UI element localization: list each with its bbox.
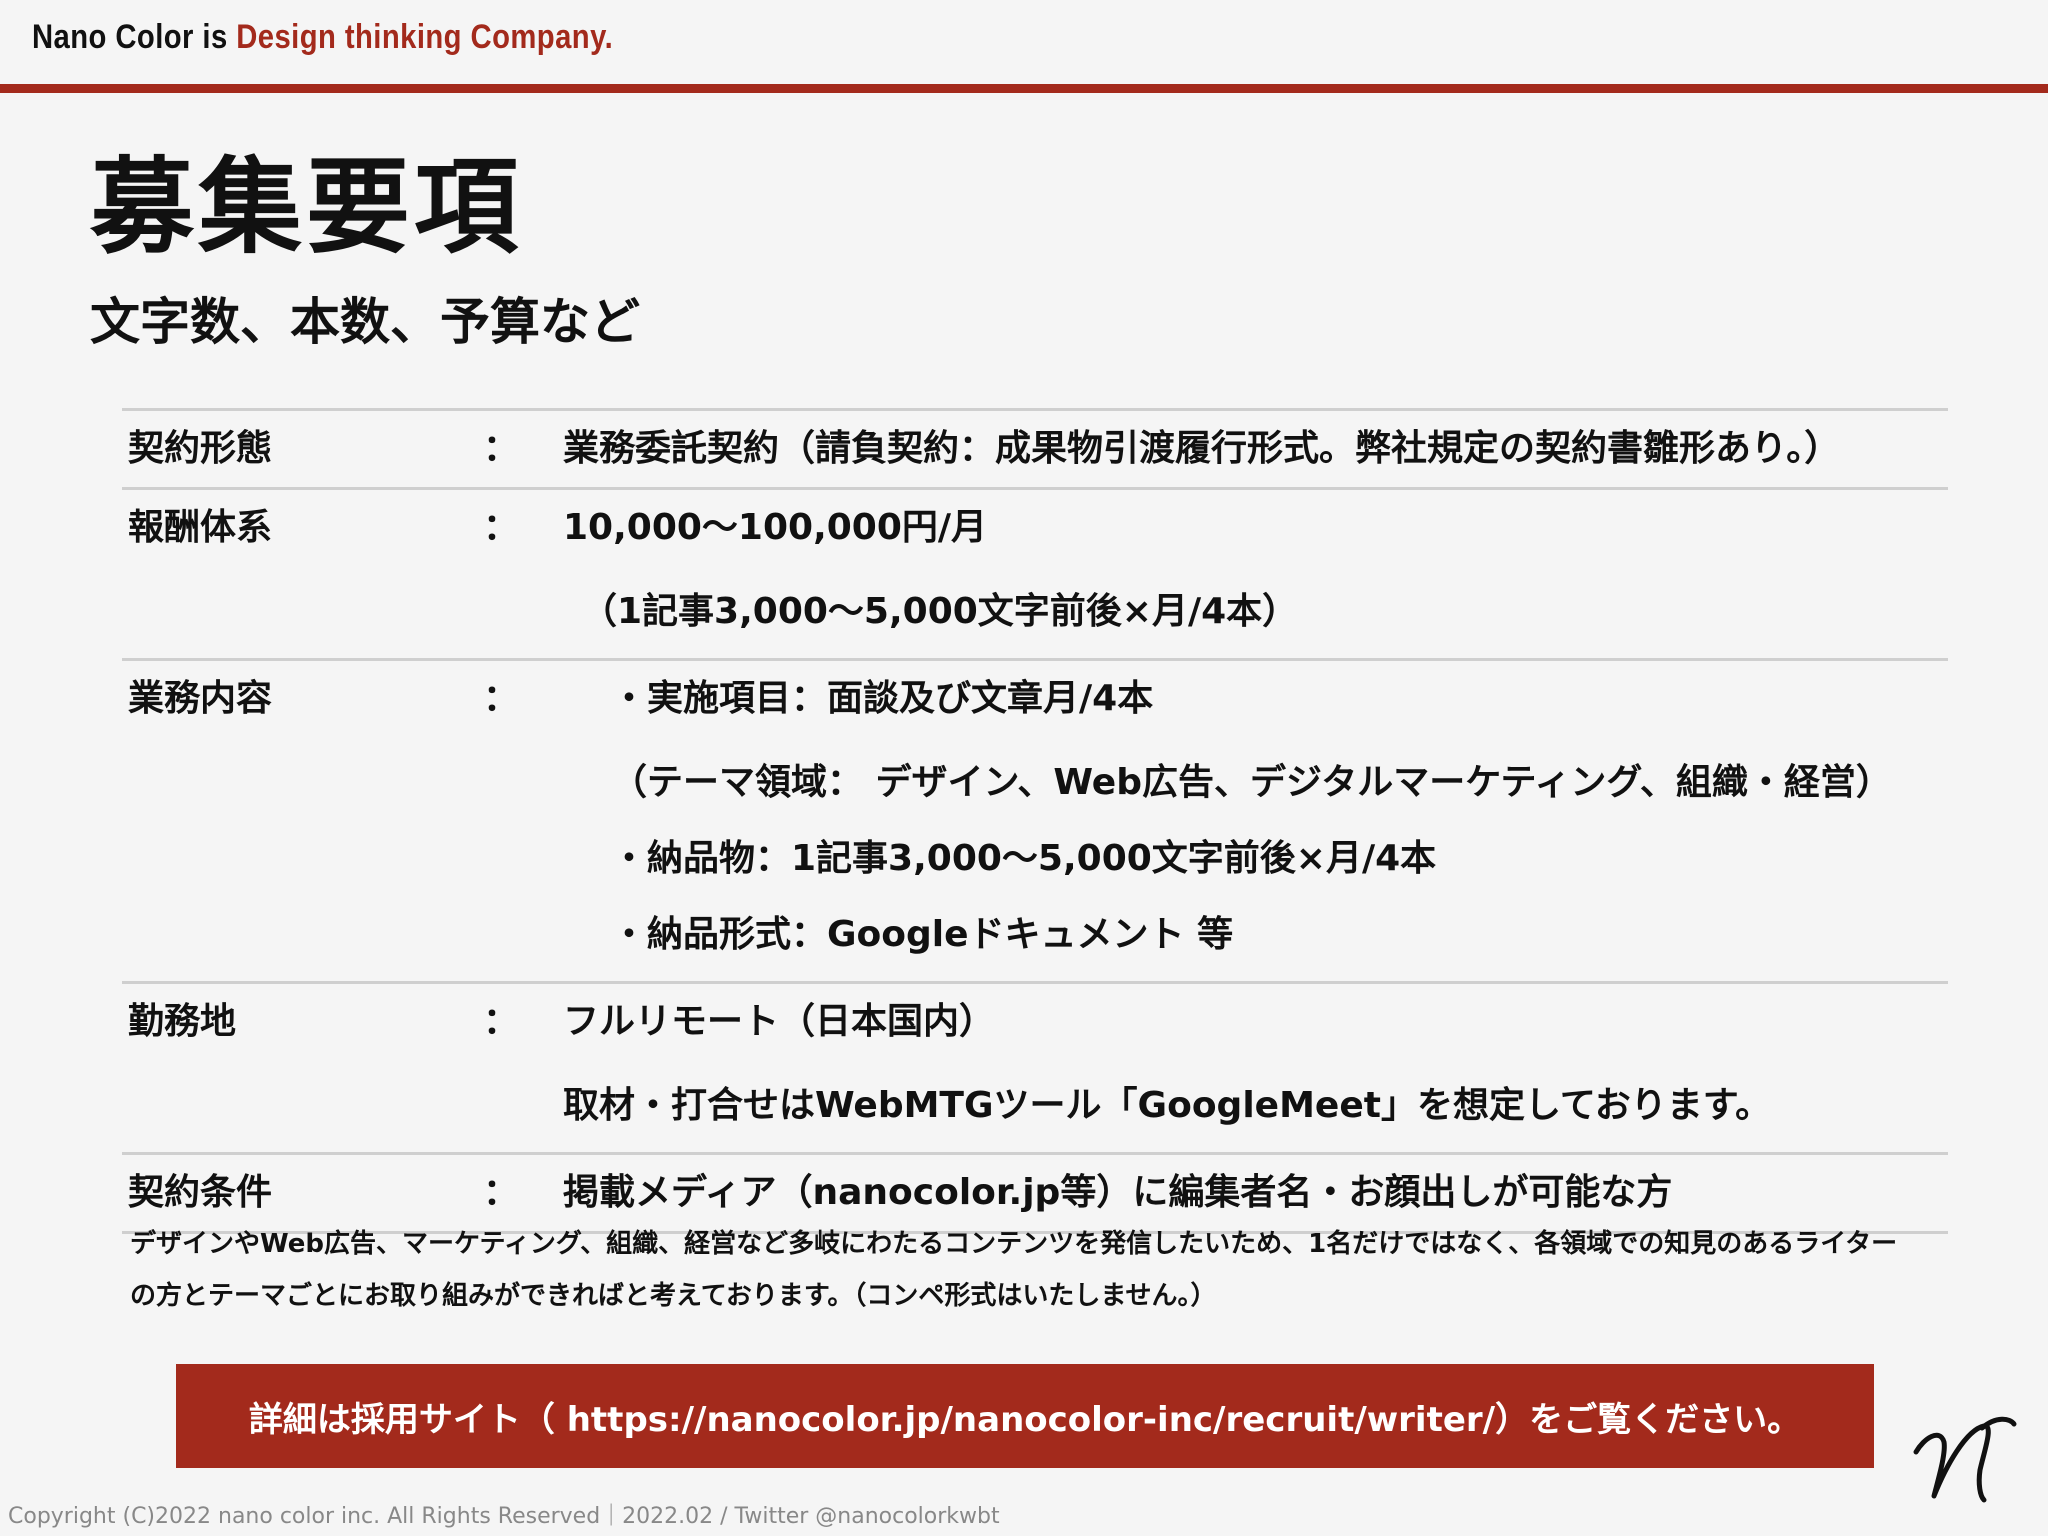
- terms-row-compensation: 報酬体系 ： 10,000～100,000円/月 （1記事3,000～5,000…: [122, 490, 1948, 661]
- note-line: デザインやWeb広告、マーケティング、組織、経営など多岐にわたるコンテンツを発信…: [130, 1229, 1898, 1259]
- header-tagline: Nano Color is Design thinking Company.: [32, 18, 613, 57]
- header-rule: [0, 84, 2048, 93]
- terms-value-line: ・納品形式：Googleドキュメント 等: [611, 914, 1234, 955]
- terms-label: 契約形態: [128, 428, 273, 469]
- terms-value-line: 掲載メディア（nanocolor.jp等）に編集者名・お顔出しが可能な方: [563, 1172, 1673, 1213]
- terms-value-line: （テーマ領域： デザイン、Web広告、デジタルマーケティング、組織・経営）: [611, 762, 1892, 803]
- page-title: 募集要項: [90, 146, 523, 268]
- terms-row-duties: 業務内容 ： ・実施項目：面談及び文章月/4本 （テーマ領域： デザイン、Web…: [122, 661, 1948, 984]
- footer-copyright: Copyright (C)2022 nano color inc. All Ri…: [8, 1504, 1000, 1529]
- tagline-prefix: Nano Color is: [32, 18, 237, 56]
- terms-values: ・実施項目：面談及び文章月/4本 （テーマ領域： デザイン、Web広告、デジタル…: [563, 669, 1948, 973]
- terms-value-line: ・実施項目：面談及び文章月/4本: [611, 678, 1154, 719]
- terms-value-line: 取材・打合せはWebMTGツール「GoogleMeet」を想定しております。: [563, 1085, 1772, 1126]
- terms-label: 契約条件: [128, 1172, 273, 1213]
- terms-row-contract-type: 契約形態 ： 業務委託契約（請負契約：成果物引渡履行形式。弊社規定の契約書雛形あ…: [122, 411, 1948, 490]
- page-subtitle: 文字数、本数、予算など: [90, 293, 640, 351]
- nano-color-logo-icon: [1913, 1416, 2017, 1503]
- terms-label: 報酬体系: [128, 507, 273, 548]
- recruit-site-banner-label: 詳細は採用サイト（ https://nanocolor.jp/nanocolor…: [248, 1399, 1802, 1440]
- recruit-site-banner[interactable]: 詳細は採用サイト（ https://nanocolor.jp/nanocolor…: [176, 1364, 1874, 1468]
- note-line: の方とテーマごとにお取り組みができればと考えております。（コンペ形式はいたしませ…: [130, 1281, 1217, 1311]
- terms-colon: ：: [483, 428, 520, 469]
- terms-values: 10,000～100,000円/月 （1記事3,000～5,000文字前後×月/…: [563, 498, 1948, 650]
- terms-table: 契約形態 ： 業務委託契約（請負契約：成果物引渡履行形式。弊社規定の契約書雛形あ…: [122, 408, 1948, 1234]
- terms-label: 勤務地: [128, 1001, 237, 1042]
- terms-values: 掲載メディア（nanocolor.jp等）に編集者名・お顔出しが可能な方: [563, 1163, 1948, 1223]
- terms-value-line: 業務委託契約（請負契約：成果物引渡履行形式。弊社規定の契約書雛形あり。）: [563, 428, 1841, 469]
- tagline-accent: Design thinking Company.: [236, 18, 614, 56]
- terms-label: 業務内容: [128, 678, 273, 719]
- note-paragraph: デザインやWeb広告、マーケティング、組織、経営など多岐にわたるコンテンツを発信…: [130, 1218, 1930, 1322]
- terms-colon: ：: [483, 507, 520, 548]
- terms-value-line: 10,000～100,000円/月: [563, 507, 988, 548]
- terms-value-line: フルリモート（日本国内）: [563, 1001, 996, 1042]
- terms-values: 業務委託契約（請負契約：成果物引渡履行形式。弊社規定の契約書雛形あり。）: [563, 419, 1948, 479]
- terms-row-work-location: 勤務地 ： フルリモート（日本国内） 取材・打合せはWebMTGツール「Goog…: [122, 984, 1948, 1155]
- terms-colon: ：: [483, 678, 520, 719]
- terms-colon: ：: [483, 1172, 520, 1213]
- terms-value-line: ・納品物：1記事3,000～5,000文字前後×月/4本: [611, 838, 1437, 879]
- terms-colon: ：: [483, 1001, 520, 1042]
- terms-values: フルリモート（日本国内） 取材・打合せはWebMTGツール「GoogleMeet…: [563, 992, 1948, 1144]
- terms-value-line: （1記事3,000～5,000文字前後×月/4本）: [581, 591, 1299, 632]
